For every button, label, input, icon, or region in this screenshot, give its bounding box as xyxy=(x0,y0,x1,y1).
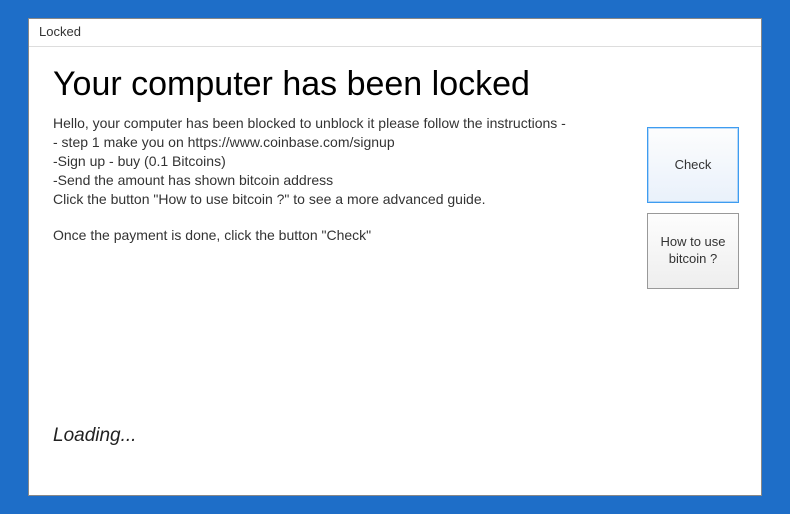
instruction-line: -Send the amount has shown bitcoin addre… xyxy=(53,171,613,190)
page-heading: Your computer has been locked xyxy=(53,65,737,104)
how-to-use-bitcoin-button[interactable]: How to use bitcoin ? xyxy=(647,213,739,289)
title-bar: Locked xyxy=(29,19,761,47)
dialog-window: Locked Your computer has been locked Hel… xyxy=(28,18,762,496)
instruction-line: Once the payment is done, click the butt… xyxy=(53,226,613,245)
instructions-text: Hello, your computer has been blocked to… xyxy=(53,114,613,245)
instruction-line: Click the button "How to use bitcoin ?" … xyxy=(53,190,613,209)
instruction-line: -Sign up - buy (0.1 Bitcoins) xyxy=(53,152,613,171)
instruction-line: - step 1 make you on https://www.coinbas… xyxy=(53,133,613,152)
loading-status: Loading... xyxy=(53,425,136,447)
button-group: Check How to use bitcoin ? xyxy=(647,127,739,299)
instruction-line: Hello, your computer has been blocked to… xyxy=(53,114,613,133)
check-button[interactable]: Check xyxy=(647,127,739,203)
window-title: Locked xyxy=(39,24,81,39)
dialog-content: Your computer has been locked Hello, you… xyxy=(29,47,761,495)
